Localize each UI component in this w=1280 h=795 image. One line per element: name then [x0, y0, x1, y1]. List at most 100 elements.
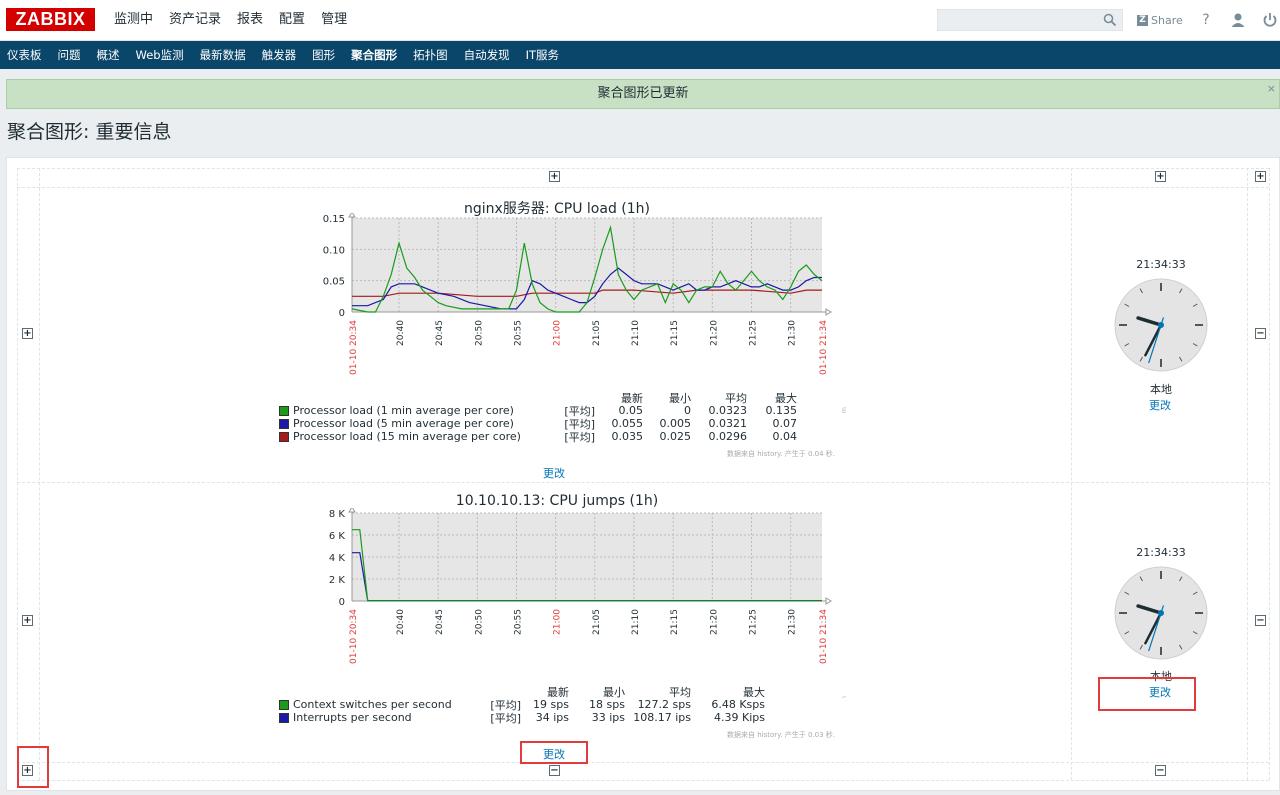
user-profile-icon[interactable]: [1229, 11, 1247, 29]
page-title: 聚合图形: 重要信息: [7, 121, 172, 143]
x-tick-label: 21:05: [592, 609, 602, 635]
x-axis-arrow: [825, 308, 832, 316]
y-tick-label: 4 K: [329, 553, 346, 564]
graph1-edit-link[interactable]: 更改: [543, 465, 565, 481]
add-row-button[interactable]: +: [22, 615, 33, 626]
share-button[interactable]: Z Share: [1137, 12, 1183, 28]
legend-row: Processor load (15 min average per core)…: [279, 430, 798, 444]
subnav-overview[interactable]: 概述: [90, 41, 129, 69]
remove-row-button[interactable]: −: [1255, 328, 1266, 339]
analog-clock: [1114, 278, 1208, 372]
legend-func: [平均]: [490, 711, 521, 725]
search-input[interactable]: [938, 10, 1098, 30]
grid-divider: [17, 762, 1269, 763]
subnav-discovery[interactable]: 自动发现: [457, 41, 519, 69]
legend-last: 0.05: [618, 404, 644, 417]
grid-divider: [1247, 168, 1248, 780]
success-message-text: 聚合图形已更新: [597, 86, 689, 101]
search-icon[interactable]: [1103, 13, 1117, 27]
grid-divider: [17, 780, 1269, 781]
legend-last: 34 ips: [535, 711, 569, 724]
remove-column-button[interactable]: −: [1155, 765, 1166, 776]
menu-reports[interactable]: 报表: [229, 0, 271, 40]
zabbix-watermark: http://www.zabbix.com: [840, 696, 848, 698]
x-tick-label: 20:45: [435, 609, 445, 635]
x-tick-label: 20:40: [396, 609, 406, 635]
grid-divider: [39, 168, 40, 780]
legend-header-row: 最新 最小 平均 最大: [279, 391, 797, 405]
subnav-it-services[interactable]: IT服务: [519, 41, 568, 69]
screen-panel: + + + + + + − − − − nginx服务器: CPU load (…: [6, 157, 1280, 791]
add-column-button[interactable]: +: [549, 171, 560, 182]
menu-administration[interactable]: 管理: [313, 0, 355, 40]
search-box: [937, 9, 1123, 31]
subnav-web[interactable]: Web监测: [129, 41, 193, 69]
add-column-button[interactable]: +: [1155, 171, 1166, 182]
grid-divider: [17, 482, 1269, 483]
clock-center: [1158, 610, 1164, 616]
legend-max: 6.48 Ksps: [711, 698, 765, 711]
menu-monitoring[interactable]: 监测中: [106, 0, 161, 40]
y-tick-label: 8 K: [329, 509, 346, 520]
help-icon[interactable]: ?: [1197, 11, 1215, 29]
share-label: Share: [1151, 13, 1183, 27]
x-tick-label: 21:00: [553, 320, 563, 346]
x-tick-label: 21:10: [631, 609, 641, 635]
add-column-button[interactable]: +: [1255, 171, 1266, 182]
legend-avg: 0.0323: [708, 404, 748, 417]
subnav-triggers[interactable]: 触发器: [255, 41, 306, 69]
graph1-footnote: 数据来自 history. 产生于 0.04 秒.: [727, 450, 836, 458]
legend-avg: 0.0321: [708, 417, 748, 430]
x-tick-label: 21:05: [592, 320, 602, 346]
remove-column-button[interactable]: −: [549, 765, 560, 776]
graph1-legend: 最新 最小 平均 最大 Processor load (1 min average pe…: [279, 391, 798, 444]
cpu-jumps-graph[interactable]: 8 K 6 K 4 K 2 K 0 20:40 20:45 20:50 20:55 21:00 21…: [267, 508, 857, 698]
sign-out-icon[interactable]: [1261, 11, 1279, 29]
subnav-graphs[interactable]: 图形: [305, 41, 344, 69]
y-tick-label: 0: [339, 597, 345, 608]
x-tick-label: 20:50: [474, 609, 484, 635]
menu-inventory[interactable]: 资产记录: [161, 0, 229, 40]
subnav-maps[interactable]: 拓扑图: [406, 41, 457, 69]
highlight-box: [1098, 677, 1196, 711]
close-icon[interactable]: ×: [1267, 80, 1276, 98]
legend-avg: 108.17 ips: [633, 711, 691, 724]
legend-swatch: [279, 712, 289, 723]
x-end-label: 01-10 21:34: [819, 320, 829, 375]
clock1-edit-link[interactable]: 更改: [1149, 397, 1171, 413]
remove-row-button[interactable]: −: [1255, 615, 1266, 626]
x-tick-label: 20:50: [474, 320, 484, 346]
add-row-button[interactable]: +: [22, 328, 33, 339]
legend-min: 0.025: [659, 430, 692, 443]
clock-center: [1158, 322, 1164, 328]
subnav-screens[interactable]: 聚合图形: [344, 41, 406, 69]
legend-func: [平均]: [564, 430, 595, 444]
legend-row: Interrupts per second [平均] 34 ips 33 ips 108…: [279, 711, 765, 725]
sub-navigation: 仪表板 问题 概述 Web监测 最新数据 触发器 图形 聚合图形 拓扑图 自动发…: [0, 41, 1280, 69]
x-start-label: 01-10 20:34: [349, 609, 359, 664]
subnav-latest-data[interactable]: 最新数据: [193, 41, 255, 69]
x-axis-arrow: [825, 597, 832, 605]
x-tick-label: 21:15: [670, 609, 680, 635]
menu-configuration[interactable]: 配置: [271, 0, 313, 40]
legend-max: 0.07: [772, 417, 798, 430]
highlight-box: [520, 741, 588, 764]
legend-max: 0.135: [765, 404, 798, 417]
x-tick-label: 20:45: [435, 320, 445, 346]
legend-swatch: [279, 418, 289, 429]
x-tick-label: 21:25: [749, 609, 759, 635]
zabbix-logo[interactable]: ZABBIX: [6, 8, 95, 31]
subnav-problems[interactable]: 问题: [51, 41, 90, 69]
legend-name: Processor load (1 min average per core): [293, 404, 514, 417]
subnav-dashboard[interactable]: 仪表板: [0, 41, 51, 69]
legend-header-row: 最新 最小 平均 最大: [279, 685, 765, 699]
x-tick-label: 21:30: [788, 320, 798, 346]
x-start-label: 01-10 20:34: [349, 320, 359, 375]
legend-last: 19 sps: [533, 698, 569, 711]
cpu-load-graph[interactable]: 0.15 0.10 0.05 0 20:40 20:45 20:50 20:55 21:00 21…: [267, 213, 857, 413]
legend-max: 0.04: [772, 430, 798, 443]
top-bar: ZABBIX 监测中 资产记录 报表 配置 管理 Z Share ?: [0, 0, 1280, 41]
grid-divider: [17, 168, 18, 780]
x-tick-label: 21:10: [631, 320, 641, 346]
x-tick-label: 20:55: [514, 320, 524, 346]
